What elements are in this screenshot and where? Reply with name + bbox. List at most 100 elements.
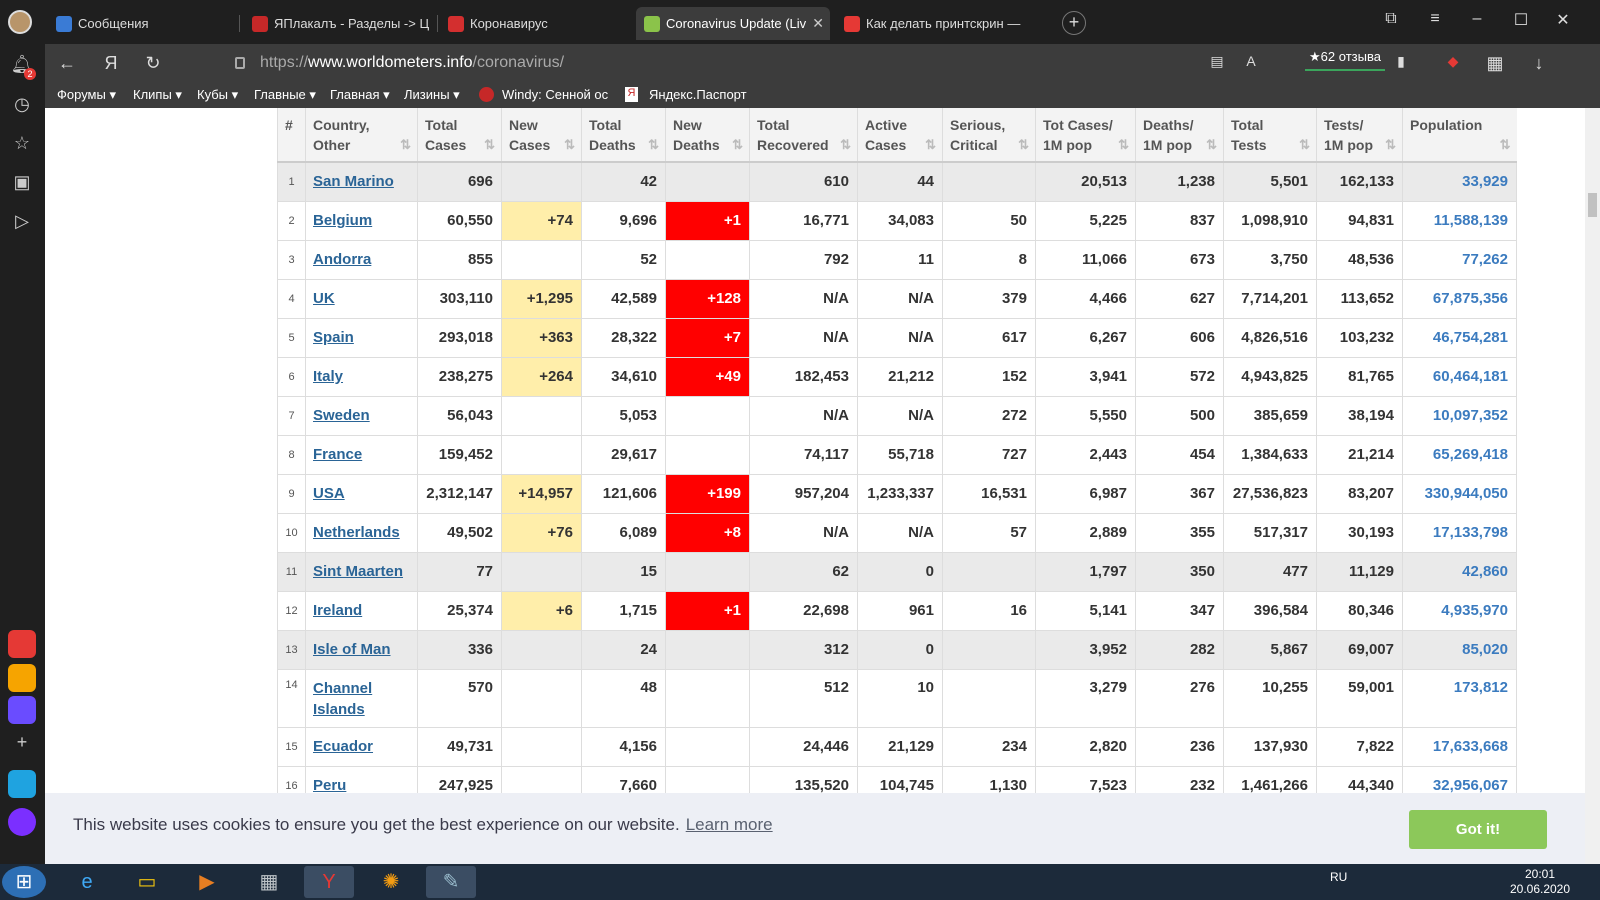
sort-icon[interactable]: ⇅ [1385, 135, 1396, 155]
close-tab-icon[interactable]: ✕ [812, 7, 824, 40]
country-link[interactable]: San Marino [313, 173, 394, 190]
extension-icon[interactable]: ◆ [1441, 53, 1465, 70]
language-indicator[interactable]: RU [1330, 870, 1347, 884]
tab-printscreen[interactable]: Как делать принтскрин — [836, 7, 1030, 40]
column-header[interactable]: Total Recovered ⇅ [749, 108, 858, 163]
media-player-icon[interactable]: ▶ [182, 866, 232, 898]
learn-more-link[interactable]: Learn more [686, 815, 773, 834]
bookmark-clips[interactable]: Клипы ▾ [133, 87, 182, 103]
alice-icon[interactable] [8, 808, 36, 836]
country-link[interactable]: Andorra [313, 251, 371, 268]
sort-icon[interactable]: ⇅ [564, 135, 575, 155]
sort-icon[interactable]: ⇅ [1118, 135, 1129, 155]
column-header[interactable]: Total Cases ⇅ [417, 108, 502, 163]
reviews-button[interactable]: ★62 отзыва [1305, 49, 1385, 71]
sort-icon[interactable]: ⇅ [648, 135, 659, 155]
calculator-icon[interactable]: ▦ [244, 866, 294, 898]
paint-icon[interactable]: ✎ [426, 866, 476, 898]
sort-icon[interactable]: ⇅ [1206, 135, 1217, 155]
new-tab-button[interactable]: + [1062, 11, 1086, 35]
country-link[interactable]: UK [313, 290, 335, 307]
sort-icon[interactable]: ⇅ [484, 135, 495, 155]
bookmark-windy[interactable]: Windy: Сенной ос [502, 87, 610, 102]
column-header[interactable]: Population ⇅ [1402, 108, 1517, 163]
column-header[interactable]: Serious, Critical ⇅ [942, 108, 1036, 163]
country-link[interactable]: Sint Maarten [313, 563, 403, 580]
country-link[interactable]: France [313, 446, 362, 463]
add-panel-icon[interactable]: + [10, 730, 34, 754]
bookmark-main[interactable]: Главная ▾ [330, 87, 390, 103]
collections-icon[interactable]: ▦ [1483, 53, 1507, 74]
country-link[interactable]: Isle of Man [313, 641, 391, 658]
column-header[interactable]: Tests/1M pop ⇅ [1316, 108, 1403, 163]
lock-icon[interactable] [235, 57, 245, 69]
column-header[interactable]: Total Tests ⇅ [1223, 108, 1317, 163]
country-link[interactable]: Italy [313, 368, 343, 385]
country-link[interactable]: Peru [313, 777, 346, 794]
history-icon[interactable]: ◷ [10, 92, 34, 116]
sort-icon[interactable]: ⇅ [400, 135, 411, 155]
reload-icon[interactable]: ↻ [141, 53, 165, 74]
sort-icon[interactable]: ⇅ [840, 135, 851, 155]
profile-avatar[interactable] [8, 10, 32, 34]
page-scrollbar[interactable] [1585, 108, 1600, 864]
tab-yaplakal[interactable]: ЯПлакалъ - Разделы -> Ц [244, 7, 438, 40]
column-header[interactable]: Active Cases ⇅ [857, 108, 943, 163]
tab-coronavirus[interactable]: Коронавирус [440, 7, 634, 40]
tabs-icon[interactable]: ⧉ [1376, 10, 1406, 28]
column-header[interactable]: New Deaths ⇅ [665, 108, 750, 163]
scrollbar-thumb[interactable] [1588, 193, 1597, 217]
sort-icon[interactable]: ⇅ [1018, 135, 1029, 155]
favorites-icon[interactable]: ☆ [10, 131, 34, 155]
reader-icon[interactable]: ▤ [1205, 53, 1229, 70]
country-link[interactable]: Channel Islands [313, 680, 372, 718]
sort-icon[interactable]: ⇅ [925, 135, 936, 155]
country-link[interactable]: Spain [313, 329, 354, 346]
country-link[interactable]: Netherlands [313, 524, 400, 541]
bookmark-cubes[interactable]: Кубы ▾ [197, 87, 238, 103]
translate-icon[interactable]: A [1239, 53, 1263, 69]
bookmark-lizins[interactable]: Лизины ▾ [404, 87, 460, 103]
downloads-icon[interactable]: ↓ [1527, 53, 1551, 74]
start-button[interactable]: ⊞ [2, 866, 46, 898]
country-link[interactable]: Belgium [313, 212, 372, 229]
url-field[interactable]: https://www.worldometers.info/coronaviru… [260, 54, 564, 72]
maximize-icon[interactable]: ☐ [1506, 10, 1536, 30]
tab-messages[interactable]: Сообщения [48, 7, 240, 40]
tab-worldometers[interactable]: Coronavirus Update (Liv ✕ [636, 7, 830, 40]
explorer-icon[interactable]: ▭ [122, 866, 172, 898]
bookmark-icon[interactable]: ▮ [1389, 53, 1413, 70]
close-window-icon[interactable]: ✕ [1548, 10, 1578, 30]
column-header[interactable]: New Cases ⇅ [501, 108, 582, 163]
country-link[interactable]: USA [313, 485, 345, 502]
country-link[interactable]: Sweden [313, 407, 370, 424]
clock[interactable]: 20:01 20.06.2020 [1505, 867, 1575, 897]
sort-icon[interactable]: ⇅ [1500, 135, 1511, 155]
mail-icon[interactable] [8, 664, 36, 692]
table-cell: 12 [277, 590, 306, 631]
column-header[interactable]: Total Deaths ⇅ [581, 108, 666, 163]
country-link[interactable]: Ireland [313, 602, 362, 619]
column-header[interactable]: Country, Other ⇅ [305, 108, 418, 163]
internet-explorer-icon[interactable]: e [62, 866, 112, 898]
send-icon[interactable] [8, 770, 36, 798]
back-icon[interactable]: ← [55, 53, 79, 74]
app-icon[interactable]: ✺ [366, 866, 416, 898]
media-icon[interactable]: ▷ [10, 209, 34, 233]
minimize-icon[interactable]: – [1462, 10, 1492, 28]
country-link[interactable]: Ecuador [313, 738, 373, 755]
sort-icon[interactable]: ⇅ [1299, 135, 1310, 155]
messenger-icon[interactable] [8, 696, 36, 724]
bookmark-forums[interactable]: Форумы ▾ [57, 87, 116, 103]
yandex-browser-icon[interactable]: Y [304, 866, 354, 898]
bookmark-yandex-passport[interactable]: Яндекс.Паспорт [649, 87, 747, 102]
column-header[interactable]: Tot Cases/1M pop ⇅ [1035, 108, 1136, 163]
yandex-icon[interactable]: Я [99, 53, 123, 74]
reading-list-icon[interactable]: ▣ [10, 170, 34, 194]
got-it-button[interactable]: Got it! [1409, 810, 1547, 849]
maps-icon[interactable] [8, 630, 36, 658]
column-header[interactable]: Deaths/1M pop ⇅ [1135, 108, 1224, 163]
bookmark-main-plural[interactable]: Главные ▾ [254, 87, 316, 103]
sort-icon[interactable]: ⇅ [732, 135, 743, 155]
menu-icon[interactable]: ≡ [1420, 10, 1450, 28]
